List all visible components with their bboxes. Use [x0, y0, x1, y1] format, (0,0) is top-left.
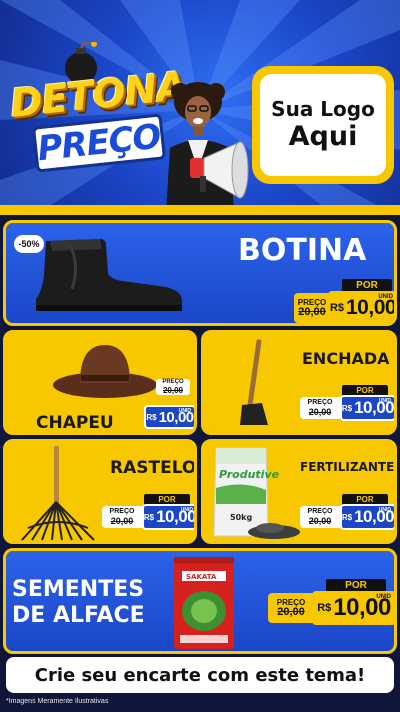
price-old-value: 20,00	[110, 516, 134, 526]
price-old-box: PREÇO 20,00	[268, 593, 314, 623]
price-preco-label: PREÇO	[307, 508, 333, 515]
flyer-page: DETONA PREÇO Sua Logo Aqui -50% BOTINA P…	[0, 0, 400, 712]
price-tag: POR PREÇO 20,00 R$ 10,00 UNID	[300, 494, 394, 534]
rake-image	[21, 446, 95, 541]
price-preco-label: PREÇO	[109, 508, 135, 515]
price-new-box: R$ 10,00 UNID	[328, 291, 394, 323]
price-currency: R$	[341, 403, 353, 413]
product-name-line2: DE ALFACE	[12, 603, 145, 628]
product-name: FERTILIZANTES	[300, 460, 397, 474]
price-new-box: R$ 10,00 UNID	[144, 405, 194, 429]
price-currency: R$	[143, 512, 155, 522]
price-old-value: 20,00	[308, 407, 332, 417]
pack-brand-text: SAKATA	[186, 573, 217, 581]
cta-text: Crie seu encarte com este tema!	[34, 664, 366, 686]
price-tag: POR PREÇO 20,00 R$ 10,00 UNID	[300, 385, 394, 425]
woman-with-megaphone-image	[166, 82, 249, 212]
product-name: RASTELO	[110, 458, 197, 478]
price-currency: R$	[329, 302, 344, 314]
price-currency: R$	[341, 512, 353, 522]
price-unit: UNID	[378, 294, 393, 300]
price-old-box: PREÇO 20,00	[156, 379, 190, 395]
price-unit: UNID	[376, 594, 391, 600]
price-unit: UNID	[378, 398, 391, 404]
price-new-box: R$ 10,00 UNID	[340, 395, 394, 421]
product-card-sementes-de-alface: SEMENTES DE ALFACE SAKATA POR PREÇO 20,0…	[3, 548, 397, 654]
price-unit: UNID	[180, 507, 193, 513]
price-new-box: R$ 10,00 UNID	[340, 504, 394, 530]
price-currency: R$	[317, 602, 332, 614]
price-tag: POR PREÇO 20,00 R$ 10,00 UNID	[102, 494, 194, 534]
your-logo-placeholder: Sua Logo Aqui	[252, 66, 394, 184]
price-preco-label: PREÇO	[162, 379, 184, 385]
product-card-fertilizantes: Produtive 50kg FERTILIZANTES POR PREÇO 2…	[201, 439, 397, 544]
price-old-value: 20,00	[298, 306, 326, 318]
product-name: ENCHADA	[302, 349, 390, 368]
price-tag: POR PREÇO 20,00 R$ 10,00 UNID	[294, 279, 394, 323]
product-name-line1: SEMENTES	[12, 577, 145, 602]
price-old-box: PREÇO 20,00	[300, 397, 340, 419]
product-name: CHAPEU	[36, 413, 114, 433]
bag-label-text: Produtive	[219, 468, 280, 481]
price-old-box: PREÇO 20,00	[294, 293, 330, 323]
product-card-chapeu: CHAPEU PREÇO 20,00 R$ 10,00 UNID	[3, 330, 197, 435]
price-old-box: PREÇO 20,00	[300, 506, 340, 528]
price-new-box: R$ 10,00 UNID	[142, 504, 194, 530]
your-logo-inner: Sua Logo Aqui	[260, 74, 386, 176]
product-card-rastelo: RASTELO POR PREÇO 20,00 R$ 10,00 UNID	[3, 439, 197, 544]
product-card-enchada: ENCHADA POR PREÇO 20,00 R$ 10,00 UNID	[201, 330, 397, 435]
your-logo-line2: Aqui	[288, 120, 358, 152]
price-unit: UNID	[178, 408, 191, 414]
price-new-box: R$ 10,00 UNID	[312, 591, 394, 625]
seed-pack-image: SAKATA	[174, 557, 234, 649]
product-card-botina: -50% BOTINA POR PREÇO 20,00 R$ 10,00 UNI…	[3, 220, 397, 326]
product-name: SEMENTES DE ALFACE	[12, 577, 145, 629]
price-currency: R$	[146, 412, 157, 422]
product-name: BOTINA	[238, 233, 367, 268]
boot-image	[36, 239, 182, 311]
cta-banner[interactable]: Crie seu encarte com este tema!	[6, 657, 394, 693]
header-yellow-stripe	[0, 205, 400, 215]
price-tag-new: R$ 10,00 UNID	[144, 405, 194, 432]
logo-word-preco: PREÇO	[35, 116, 163, 170]
your-logo-line1: Sua Logo	[271, 96, 375, 121]
price-old-value: 20,00	[162, 386, 184, 395]
disclaimer-text: *Imagens Meramente Ilustrativas	[6, 698, 109, 705]
fertilizer-bag-image: Produtive 50kg	[213, 447, 300, 539]
price-unit: UNID	[378, 507, 391, 513]
price-old-value: 20,00	[277, 606, 305, 618]
detona-preco-logo: DETONA PREÇO	[6, 42, 187, 173]
header-banner: DETONA PREÇO Sua Logo Aqui	[0, 0, 400, 212]
bag-weight-text: 50kg	[230, 513, 252, 522]
price-old-value: 20,00	[308, 516, 332, 526]
price-preco-label: PREÇO	[307, 399, 333, 406]
hoe-image	[240, 339, 268, 425]
price-old-box: PREÇO 20,00	[102, 506, 142, 528]
price-tag: POR PREÇO 20,00 R$ 10,00 UNID	[268, 579, 394, 633]
hat-image	[53, 345, 157, 398]
